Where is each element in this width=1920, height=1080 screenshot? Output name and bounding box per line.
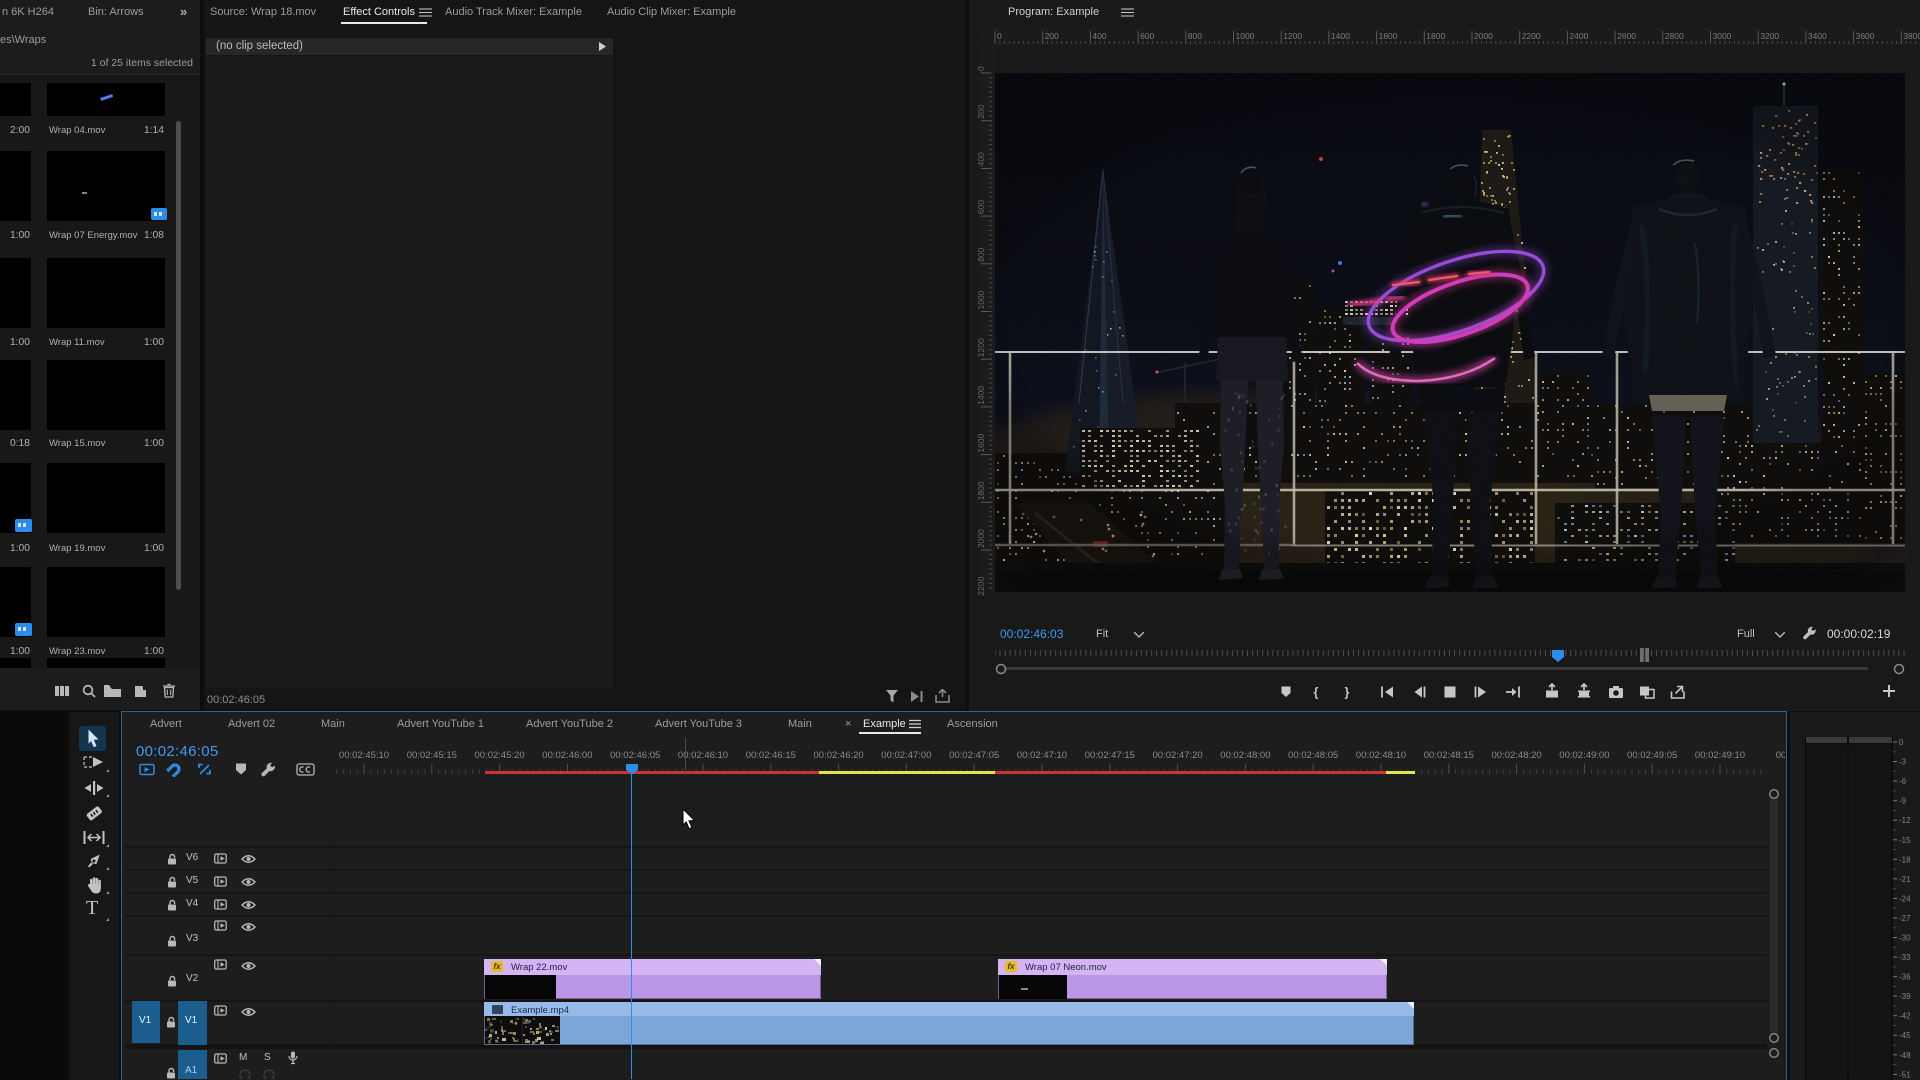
svg-text:00:02:49:10: 00:02:49:10 [1695,750,1745,761]
svg-text:200: 200 [977,104,986,118]
svg-text:{: { [1314,686,1319,700]
svg-text:00: 00 [1776,750,1785,761]
svg-text:00:02:45:10: 00:02:45:10 [339,750,389,761]
svg-text:-36: -36 [1899,973,1911,982]
svg-text:00:02:47:15: 00:02:47:15 [1085,750,1135,761]
svg-text:200: 200 [1045,31,1059,41]
svg-text:00:02:45:20: 00:02:45:20 [475,750,525,761]
svg-text:2800: 2800 [1665,31,1684,41]
svg-text:2600: 2600 [1617,31,1636,41]
svg-text:2200: 2200 [1522,31,1541,41]
svg-text:00:02:46:05: 00:02:46:05 [610,750,660,761]
svg-text:1600: 1600 [977,433,986,452]
svg-text:-42: -42 [1899,1012,1911,1021]
svg-text:00:02:46:15: 00:02:46:15 [746,750,796,761]
svg-text:1600: 1600 [1379,31,1398,41]
svg-text:2400: 2400 [1569,31,1588,41]
svg-text:-24: -24 [1899,894,1911,903]
svg-text:-48: -48 [1899,1051,1911,1060]
svg-text:-33: -33 [1899,953,1911,962]
svg-text:-12: -12 [1899,816,1911,825]
svg-text:1400: 1400 [1331,31,1350,41]
svg-text:600: 600 [977,200,986,214]
svg-text:}: } [1345,686,1350,700]
svg-text:0: 0 [997,31,1002,41]
svg-text:00:02:48:20: 00:02:48:20 [1492,750,1542,761]
svg-text:-51: -51 [1899,1070,1911,1079]
svg-text:00:02:48:05: 00:02:48:05 [1288,750,1338,761]
svg-text:0: 0 [977,66,986,71]
svg-text:00:02:49:05: 00:02:49:05 [1627,750,1677,761]
svg-text:00:02:47:00: 00:02:47:00 [881,750,931,761]
svg-text:400: 400 [1092,31,1106,41]
svg-text:1800: 1800 [1426,31,1445,41]
svg-text:400: 400 [977,152,986,166]
svg-text:-3: -3 [1899,758,1907,767]
svg-text:1400: 1400 [977,386,986,405]
svg-text:-21: -21 [1899,875,1911,884]
svg-text:-30: -30 [1899,934,1911,943]
svg-text:-9: -9 [1899,797,1907,806]
svg-text:-18: -18 [1899,855,1911,864]
svg-text:2000: 2000 [1474,31,1493,41]
svg-text:-45: -45 [1899,1031,1911,1040]
svg-text:-6: -6 [1899,777,1907,786]
svg-text:-15: -15 [1899,836,1911,845]
svg-text:00:02:46:00: 00:02:46:00 [542,750,592,761]
svg-text:3400: 3400 [1808,31,1827,41]
svg-text:00:02:47:10: 00:02:47:10 [1017,750,1067,761]
svg-text:0: 0 [1899,738,1904,747]
svg-text:00:02:47:05: 00:02:47:05 [949,750,999,761]
svg-text:00:02:49:00: 00:02:49:00 [1559,750,1609,761]
svg-text:1000: 1000 [977,290,986,309]
svg-text:00:02:45:15: 00:02:45:15 [407,750,457,761]
svg-text:-27: -27 [1899,914,1911,923]
svg-text:2000: 2000 [977,529,986,548]
svg-text:800: 800 [977,247,986,261]
svg-text:3000: 3000 [1713,31,1732,41]
svg-text:1000: 1000 [1236,31,1255,41]
svg-text:2200: 2200 [977,577,986,596]
svg-text:600: 600 [1140,31,1154,41]
svg-text:00:02:48:00: 00:02:48:00 [1220,750,1270,761]
svg-text:3200: 3200 [1760,31,1779,41]
svg-text:1200: 1200 [1283,31,1302,41]
svg-text:800: 800 [1188,31,1202,41]
svg-text:00:02:46:20: 00:02:46:20 [814,750,864,761]
svg-text:1200: 1200 [977,338,986,357]
svg-text:00:02:47:20: 00:02:47:20 [1153,750,1203,761]
svg-text:3600: 3600 [1856,31,1875,41]
svg-text:1800: 1800 [977,481,986,500]
svg-text:00:02:48:10: 00:02:48:10 [1356,750,1406,761]
svg-text:00:02:48:15: 00:02:48:15 [1424,750,1474,761]
svg-text:-39: -39 [1899,992,1911,1001]
svg-text:3800: 3800 [1903,31,1920,41]
